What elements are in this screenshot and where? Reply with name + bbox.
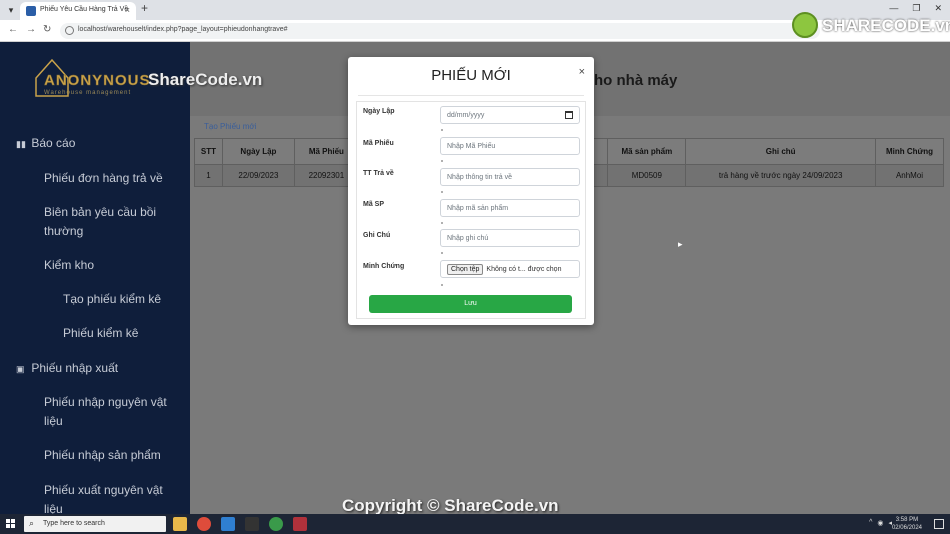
sidebar-item-import-products[interactable]: Phiếu nhập sản phẩm — [44, 448, 161, 462]
product-id-label: Mã SP — [363, 201, 385, 208]
validation-dot — [441, 129, 443, 131]
forward-icon[interactable]: → — [26, 24, 36, 35]
return-info-label: TT Trả về — [363, 170, 394, 177]
save-button[interactable]: Lưu — [369, 295, 572, 313]
cell: 1 — [194, 164, 223, 187]
search-placeholder: Type here to search — [43, 520, 105, 527]
cell: MD0509 — [607, 164, 687, 187]
taskbar-clock[interactable]: 3:58 PM 02/06/2024 — [892, 516, 922, 532]
bar-chart-icon: ▮▮ — [16, 139, 26, 149]
sidebar-item-return-orders[interactable]: Phiếu đơn hàng trả về — [44, 171, 163, 185]
sidebar-item-create-stocktake[interactable]: Tạo phiếu kiểm kê — [63, 292, 161, 306]
sidebar-item-import-materials-cont[interactable]: liệu — [44, 414, 63, 428]
note-input[interactable]: Nhập ghi chú — [440, 229, 580, 247]
file-status: Không có t... được chọn — [486, 266, 562, 273]
sidebar-item-import-materials[interactable]: Phiếu nhập nguyên vật — [44, 395, 167, 409]
validation-dot — [441, 160, 443, 162]
col-header: STT — [194, 138, 223, 165]
file-explorer-icon[interactable] — [173, 517, 187, 531]
clipboard-icon: ▣ — [16, 364, 25, 374]
sidebar-section-import-export[interactable]: ▣ Phiếu nhập xuất — [16, 361, 118, 375]
col-header: Ngày Lập — [221, 138, 295, 165]
new-tab-icon[interactable]: + — [141, 1, 148, 15]
sidebar-item-stocktake[interactable]: Phiếu kiểm kê — [63, 326, 138, 340]
clock-date: 02/06/2024 — [891, 525, 922, 531]
sidebar-section-label: Báo cáo — [31, 136, 76, 150]
ticket-id-input[interactable]: Nhập Mã Phiếu — [440, 137, 580, 155]
tray-arrow-icon[interactable]: ^ — [869, 519, 872, 527]
site-info-icon[interactable] — [65, 26, 74, 35]
network-icon[interactable]: ◉ — [877, 519, 883, 527]
validation-dot — [441, 252, 443, 254]
note-label: Ghi Chú — [363, 232, 391, 239]
sharecode-logo-icon — [792, 12, 818, 38]
sidebar: ANONYNOUS Warehouse management ▮▮ Báo cá… — [0, 42, 190, 516]
sidebar-section-reports[interactable]: ▮▮ Báo cáo — [16, 136, 75, 150]
mouse-cursor-icon: ▸ — [678, 239, 683, 249]
sharecode-logo-text: SHARECODE.vn — [822, 16, 950, 35]
new-ticket-modal: PHIẾU MỚI × Ngày Lập dd/mm/yyyy Mã Phiếu… — [348, 57, 594, 325]
browser-tab[interactable]: Phiếu Yêu Cầu Hàng Trả Về × — [20, 2, 136, 20]
sidebar-section-label: Phiếu nhập xuất — [31, 361, 119, 375]
cell: 22/09/2023 — [221, 164, 295, 187]
sidebar-item-compensation[interactable]: Biên bản yêu cầu bồi — [44, 205, 156, 219]
modal-divider — [358, 95, 584, 96]
cell: AnhMoi — [875, 164, 944, 187]
page-title: ho nhà máy — [594, 72, 678, 89]
calendar-icon[interactable] — [565, 111, 573, 119]
vscode-icon[interactable] — [221, 517, 235, 531]
address-url: localhost/warehouselt/index.php?page_lay… — [78, 26, 288, 33]
address-bar[interactable]: localhost/warehouselt/index.php?page_lay… — [60, 23, 820, 39]
choose-file-button[interactable]: Chọn tệp — [447, 264, 484, 275]
tab-search-icon[interactable]: ▾ — [4, 3, 18, 17]
col-header: Mã sản phẩm — [607, 138, 687, 165]
back-icon[interactable]: ← — [8, 24, 18, 35]
cell: trả hàng về trước ngày 24/09/2023 — [685, 164, 877, 187]
terminal-icon[interactable] — [245, 517, 259, 531]
taskbar-search[interactable]: ⌕ Type here to search — [24, 516, 166, 532]
close-icon[interactable]: × — [579, 66, 585, 78]
tab-close-icon[interactable]: × — [125, 5, 130, 15]
evidence-label: Minh Chứng — [363, 263, 405, 270]
col-header: Ghi chú — [685, 138, 877, 165]
date-input[interactable]: dd/mm/yyyy — [440, 106, 580, 124]
watermark-top: ShareCode.vn — [148, 70, 263, 89]
date-label: Ngày Lập — [363, 108, 395, 115]
search-icon: ⌕ — [29, 518, 35, 528]
validation-dot — [441, 191, 443, 193]
chrome-icon[interactable] — [197, 517, 211, 531]
create-new-link[interactable]: Tạo Phiếu mới — [204, 122, 256, 131]
return-info-input[interactable]: Nhập thông tin trả về — [440, 168, 580, 186]
sidebar-item-compensation-cont[interactable]: thường — [44, 224, 83, 238]
validation-dot — [441, 284, 443, 286]
tab-title: Phiếu Yêu Cầu Hàng Trả Về — [40, 6, 129, 13]
validation-dot — [441, 222, 443, 224]
logo-subtitle: Warehouse management — [44, 90, 132, 96]
app-icon[interactable] — [269, 517, 283, 531]
favicon-icon — [26, 6, 36, 16]
sidebar-item-export-materials[interactable]: Phiếu xuất nguyên vật — [44, 483, 163, 497]
notification-icon[interactable] — [934, 519, 944, 529]
col-header: Minh Chứng — [875, 138, 944, 165]
evidence-file-input[interactable]: Chọn tệp Không có t... được chọn — [440, 260, 580, 278]
xampp-icon[interactable] — [293, 517, 307, 531]
clock-time: 3:58 PM — [895, 517, 919, 523]
taskbar: ⌕ Type here to search ^ ◉ ◂ 3:58 PM 02/0… — [0, 514, 950, 534]
windows-start-icon[interactable] — [6, 519, 16, 529]
ticket-id-label: Mã Phiếu — [363, 140, 394, 147]
product-id-input[interactable]: Nhập mã sản phẩm — [440, 199, 580, 217]
watermark-bottom: Copyright © ShareCode.vn — [342, 496, 559, 515]
date-placeholder: dd/mm/yyyy — [447, 112, 485, 119]
sidebar-item-inventory[interactable]: Kiểm kho — [44, 258, 94, 272]
system-tray: ^ ◉ ◂ — [869, 519, 892, 527]
ticket-form: Ngày Lập dd/mm/yyyy Mã Phiếu Nhập Mã Phi… — [356, 101, 586, 319]
reload-icon[interactable]: ↻ — [43, 24, 51, 35]
modal-title: PHIẾU MỚI — [431, 67, 511, 84]
sharecode-logo: SHARECODE.vn — [790, 10, 950, 40]
logo-text: ANONYNOUS — [44, 72, 151, 89]
